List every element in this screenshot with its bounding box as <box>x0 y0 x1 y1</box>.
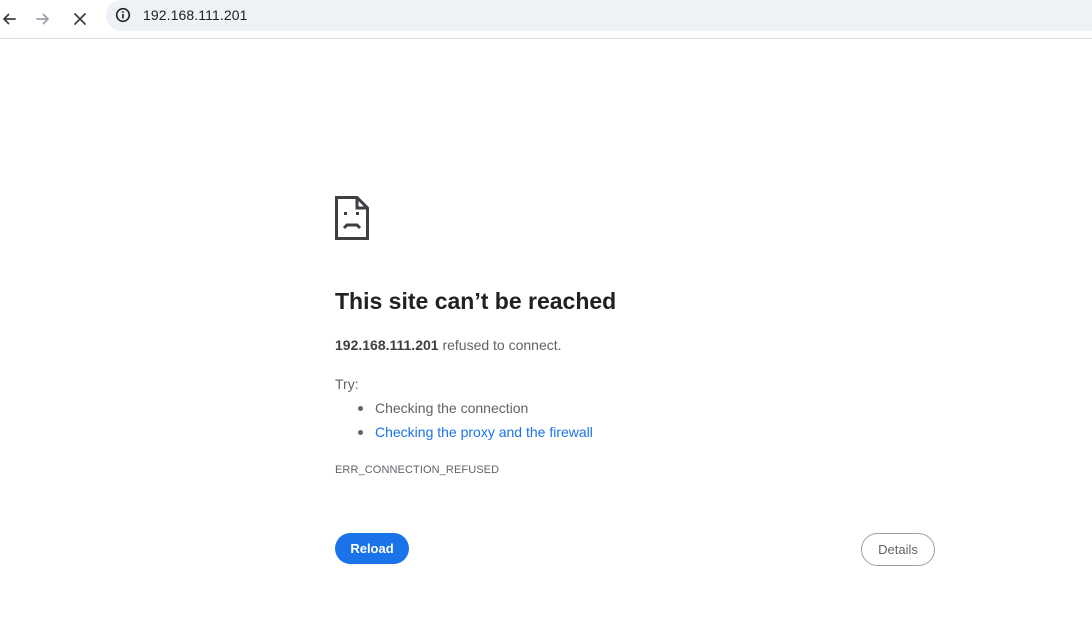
suggestion-item-proxy-firewall[interactable]: Checking the proxy and the firewall <box>335 423 593 447</box>
details-button[interactable]: Details <box>861 533 935 566</box>
info-icon[interactable] <box>114 6 132 24</box>
stop-loading-button[interactable] <box>65 4 95 34</box>
reload-button[interactable]: Reload <box>335 533 409 564</box>
forward-button[interactable] <box>28 4 58 34</box>
browser-toolbar: 192.168.111.201 <box>0 0 1092 39</box>
try-label: Try: <box>335 376 359 392</box>
page-title: This site can’t be reached <box>335 288 617 314</box>
suggestion-text: Checking the connection <box>375 400 529 416</box>
error-message: 192.168.111.201 refused to connect. <box>335 337 562 353</box>
back-button[interactable] <box>0 4 24 34</box>
close-icon <box>73 12 87 26</box>
url-text[interactable]: 192.168.111.201 <box>143 7 248 23</box>
error-message-text: refused to connect. <box>438 337 562 353</box>
arrow-right-icon <box>35 11 51 27</box>
suggestion-item-connection: Checking the connection <box>335 399 593 423</box>
suggestion-list: Checking the connection Checking the pro… <box>335 399 593 447</box>
address-bar[interactable]: 192.168.111.201 <box>106 0 1092 31</box>
sad-page-icon <box>335 196 369 242</box>
proxy-firewall-link[interactable]: Checking the proxy and the firewall <box>375 424 593 440</box>
error-code: ERR_CONNECTION_REFUSED <box>335 464 500 476</box>
arrow-left-icon <box>1 11 17 27</box>
error-host: 192.168.111.201 <box>335 337 439 353</box>
